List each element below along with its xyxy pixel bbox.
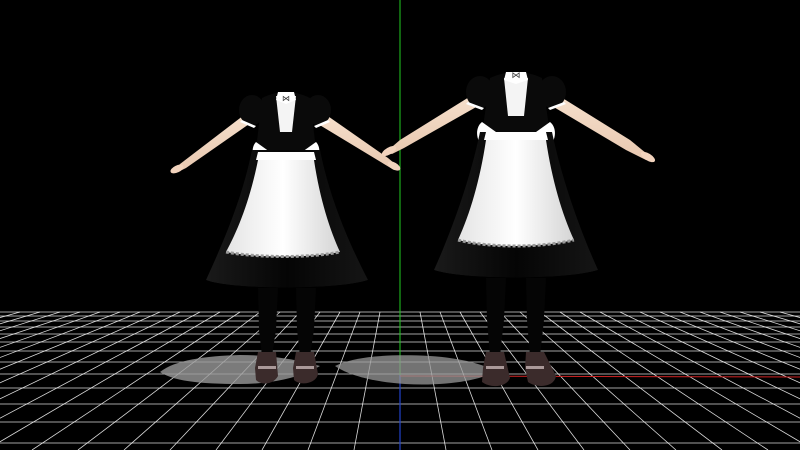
left-model-bow-icon: ⋈: [282, 94, 290, 103]
left-model-leg-left: [258, 288, 278, 356]
grid-line-depth: [0, 311, 81, 339]
left-model-apron-waistband: [256, 152, 316, 160]
grid-line-depth: [0, 311, 101, 348]
model-shadow-right: [335, 355, 495, 385]
grid-line-depth: [0, 311, 221, 443]
right-model-shoe-left: [482, 352, 510, 387]
grid-line-depth: [0, 311, 61, 332]
maid-dress-model-right[interactable]: ⋈: [380, 71, 656, 387]
right-model-arm-right: [552, 94, 652, 160]
grid-line-depth: [579, 311, 800, 443]
grid-line-depth: [539, 311, 723, 450]
grid-line-depth: [739, 311, 800, 332]
grid-line-depth: [699, 311, 800, 348]
maid-dress-model-left[interactable]: ⋈: [169, 92, 402, 384]
right-model-shoe-strap-left: [486, 366, 504, 369]
left-model-arm-left: [172, 112, 252, 172]
grid-line-depth: [499, 311, 631, 450]
left-model-leg-right: [296, 288, 316, 356]
right-model-leg-left: [486, 278, 506, 356]
grid-line-depth: [759, 311, 800, 325]
scene-canvas[interactable]: ⋈ ⋈: [0, 0, 800, 450]
grid-line-depth: [719, 311, 800, 339]
right-model-apron-waistband: [484, 132, 548, 140]
grid-line-depth: [353, 311, 381, 450]
grid-line-depth: [0, 311, 41, 325]
right-model-bow-icon: ⋈: [512, 71, 521, 81]
grid-line-depth: [0, 311, 201, 419]
left-model-shoe-strap-right: [296, 366, 314, 369]
left-model-arm-right: [318, 112, 400, 170]
right-model-leg-right: [526, 278, 546, 356]
grid-line-depth: [307, 311, 361, 450]
3d-viewport[interactable]: ⋈ ⋈: [0, 0, 800, 450]
grid-line-depth: [599, 311, 800, 419]
left-model-shoe-strap-left: [258, 366, 276, 369]
grid-line-depth: [559, 311, 769, 450]
right-model-shoe-strap-right: [526, 366, 544, 369]
